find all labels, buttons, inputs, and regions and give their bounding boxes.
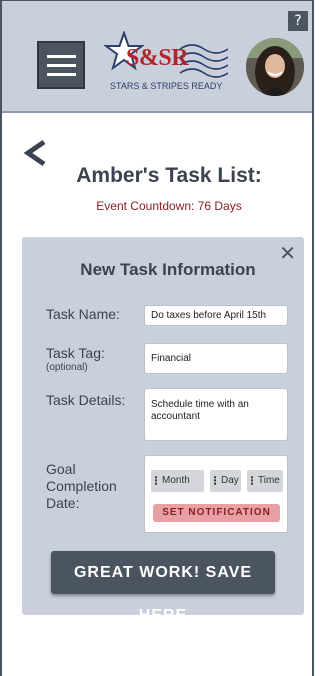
month-select[interactable]: Month: [151, 470, 204, 492]
task-name-label: Task Name:: [46, 306, 120, 322]
avatar[interactable]: [246, 38, 304, 96]
goal-date-label-line: Date:: [46, 495, 80, 511]
help-button[interactable]: ?: [288, 11, 308, 31]
task-tag-label-text: Task Tag:: [46, 345, 105, 361]
goal-date-label-line: Goal: [46, 461, 76, 477]
goal-date-label-line: Completion: [46, 478, 117, 494]
task-details-textarea[interactable]: Schedule time with an accountant: [144, 388, 288, 441]
new-task-card: ✕ New Task Information Task Name: Do tax…: [22, 237, 304, 624]
goal-date-label: Goal Completion Date:: [46, 461, 117, 512]
task-tag-input[interactable]: Financial: [144, 343, 288, 374]
menu-line: [47, 64, 76, 67]
time-select[interactable]: Time: [247, 470, 283, 492]
app-header: ? S&SR STARS & STRIPES READY: [2, 1, 312, 113]
task-tag-label: Task Tag: (optional): [46, 345, 105, 373]
card-title: New Task Information: [80, 260, 256, 279]
logo: S&SR STARS & STRIPES READY: [104, 31, 228, 97]
logo-name: S&SR: [126, 45, 189, 71]
goal-date-picker: Month Day Time SET NOTIFICATION: [144, 455, 288, 533]
user-photo-icon: [246, 38, 304, 96]
menu-line: [47, 73, 76, 76]
menu-line: [47, 55, 76, 58]
task-details-label: Task Details:: [46, 392, 126, 408]
event-countdown: Event Countdown: 76 Days: [96, 199, 242, 213]
page-title: Amber's Task List:: [76, 164, 262, 187]
task-name-input[interactable]: Do taxes before April 15th: [144, 305, 288, 326]
hamburger-menu-button[interactable]: [37, 41, 85, 89]
task-tag-optional-hint: (optional): [46, 362, 88, 373]
set-notification-button[interactable]: SET NOTIFICATION: [153, 504, 280, 522]
day-select[interactable]: Day: [210, 470, 241, 492]
save-task-button[interactable]: GREAT WORK! SAVE HERE: [51, 551, 275, 624]
logo-tagline: STARS & STRIPES READY: [110, 81, 223, 91]
